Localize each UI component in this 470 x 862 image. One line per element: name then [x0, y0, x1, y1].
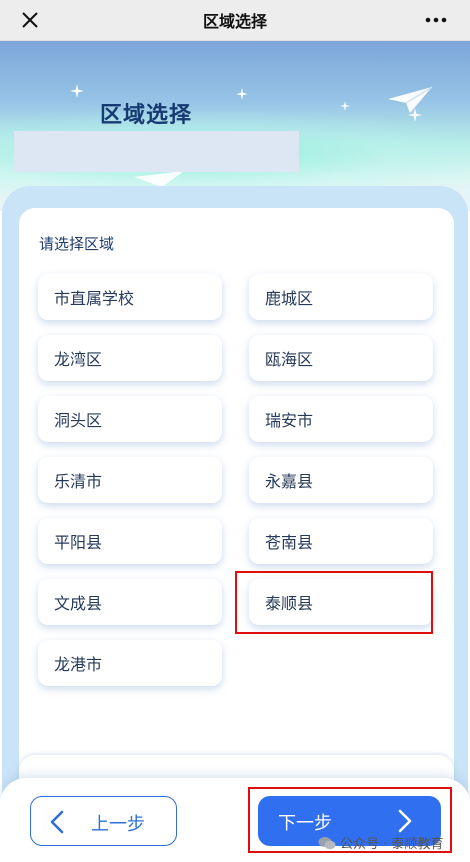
- wechat-icon: [318, 836, 336, 849]
- region-option[interactable]: 瑞安市: [249, 396, 433, 442]
- more-dots-icon[interactable]: [424, 8, 448, 32]
- redacted-subtitle: [14, 131, 299, 172]
- region-option[interactable]: 鹿城区: [249, 274, 433, 320]
- region-prompt-label: 请选择区域: [39, 235, 115, 253]
- top-bar: 区域选择: [0, 0, 470, 41]
- page-title: 区域选择: [202, 12, 267, 31]
- sparkle-icon: [340, 96, 350, 115]
- region-option[interactable]: 苍南县: [249, 518, 433, 564]
- region-option[interactable]: 市直属学校: [38, 274, 222, 320]
- sparkle-icon: [236, 85, 248, 104]
- region-option[interactable]: 洞头区: [38, 396, 222, 442]
- paper-plane-icon: [386, 85, 434, 119]
- region-option[interactable]: 瓯海区: [249, 335, 433, 381]
- close-icon[interactable]: [18, 8, 42, 32]
- highlight-annotation: [235, 571, 433, 634]
- region-option[interactable]: 乐清市: [38, 457, 222, 503]
- region-option[interactable]: 平阳县: [38, 518, 222, 564]
- region-option[interactable]: 龙湾区: [38, 335, 222, 381]
- prev-step-label: 上一步: [91, 814, 145, 835]
- watermark: 公众号 · 泰顺教育: [318, 833, 443, 852]
- sparkle-icon: [70, 83, 84, 102]
- region-option[interactable]: 文成县: [38, 579, 222, 625]
- watermark-text: 公众号 · 泰顺教育: [340, 837, 444, 852]
- region-option[interactable]: 永嘉县: [249, 457, 433, 503]
- region-option[interactable]: 龙港市: [38, 640, 222, 686]
- prev-step-button[interactable]: 上一步: [30, 796, 177, 846]
- chevron-left-icon: [47, 809, 69, 839]
- hero-title: 区域选择: [100, 103, 193, 128]
